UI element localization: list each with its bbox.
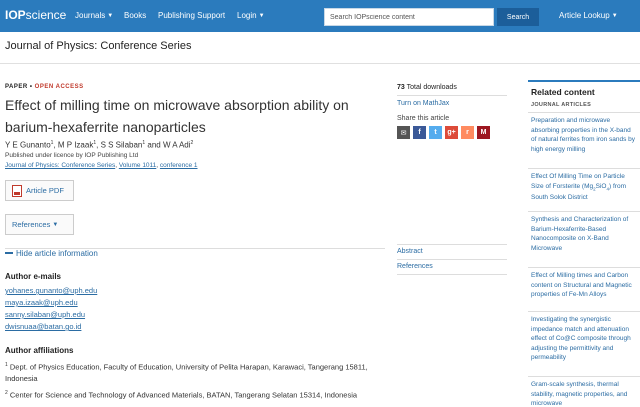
author-name[interactable]: M P Izaak [58,141,93,150]
hide-article-info-label: Hide article information [16,249,98,258]
pdf-icon [12,184,22,197]
affiliation-item: 2 Center for Science and Technology of A… [5,388,390,401]
licence-text: Published under licence by IOP Publishin… [5,152,139,159]
chevron-down-icon: ▼ [52,221,59,228]
hide-article-info-toggle[interactable]: Hide article information [5,249,98,258]
related-article-link[interactable]: Preparation and microwave absorbing prop… [528,112,640,157]
article-type-label: PAPER [5,84,28,90]
author-emails-heading: Author e-mails [5,272,62,281]
share-label: Share this article [397,115,450,122]
search-button[interactable]: Search [497,8,539,26]
related-article-link[interactable]: Synthesis and Characterization of Barium… [528,211,640,256]
affiliation-marker: 2 [5,390,8,396]
author-email-link[interactable]: sanny.silaban@uph.edu [5,310,85,319]
email-icon[interactable]: ✉ [397,126,410,139]
author-affiliation-marker: 2 [190,140,194,146]
related-content-title: Related content [528,80,640,100]
author-email-link[interactable]: dwisnuaa@batan.go.id [5,322,81,331]
author-name[interactable]: W A Adi [163,141,191,150]
references-link[interactable]: References [397,263,433,270]
mendeley-icon[interactable]: M [477,126,490,139]
divider [397,274,507,275]
turn-on-mathjax-link[interactable]: Turn on MathJax [397,100,449,107]
related-article-link[interactable]: Effect of Milling times and Carbon conte… [528,267,640,303]
reddit-icon[interactable]: r [461,126,474,139]
nav-journals-menu[interactable]: Journals ▼ [75,11,113,20]
chevron-down-icon: ▼ [107,13,114,19]
author-affiliation-marker: 1 [93,140,97,146]
divider [397,259,507,260]
affiliation-text: Center for Science and Technology of Adv… [9,390,358,400]
references-label: References [12,220,51,229]
related-article-link[interactable]: Investigating the synergistic impedance … [528,311,640,366]
article-pdf-label: Article PDF [26,186,64,195]
open-access-label: OPEN ACCESS [34,84,84,90]
nav-article-lookup-label: Article Lookup [559,11,610,20]
affiliation-marker: 1 [5,362,8,368]
citation-journal-link[interactable]: Journal of Physics: Conference Series [5,162,115,169]
article-title: Effect of milling time on microwave abso… [5,97,349,135]
divider [397,95,507,96]
journal-title[interactable]: Journal of Physics: Conference Series [5,40,191,52]
minus-icon [5,252,13,254]
nav-books-link[interactable]: Books [124,11,146,20]
article-pdf-button[interactable]: Article PDF [5,180,74,201]
logo-science-text: science [25,8,67,22]
facebook-icon[interactable]: f [413,126,426,139]
author-name[interactable]: S S Silaban [101,141,143,150]
author-affiliation-marker: 1 [142,140,146,146]
logo-iop-text: IOP [5,8,26,22]
divider [397,244,507,245]
author-affiliation-marker: 1 [50,140,54,146]
related-article-link[interactable]: Gram-scale synthesis, thermal stability,… [528,376,640,407]
related-article-text: SiO [595,182,607,190]
chevron-down-icon: ▼ [611,13,618,19]
search-input[interactable] [324,8,494,26]
author-affiliations-heading: Author affiliations [5,346,74,355]
citation-issue-link[interactable]: conference 1 [160,162,198,169]
share-icons: ✉ f t g+ r M [397,126,490,139]
nav-publishing-support-link[interactable]: Publishing Support [158,11,225,20]
related-content-panel: Related content JOURNAL ARTICLES Prepara… [528,80,640,407]
related-article-link[interactable]: Effect Of Milling Time on Particle Size … [528,168,640,206]
divider [0,63,640,64]
nav-login-label: Login [237,11,257,20]
iopscience-logo[interactable]: IOPscience [5,8,66,22]
author-email-link[interactable]: maya.izaak@uph.edu [5,298,78,307]
article-type-badge: PAPER • OPEN ACCESS [5,84,84,90]
total-downloads: 73 Total downloads [397,84,457,91]
downloads-label: Total downloads [406,84,457,91]
nav-journals-label: Journals [75,11,106,20]
abstract-link[interactable]: Abstract [397,248,423,255]
nav-login-menu[interactable]: Login ▼ [237,11,265,20]
nav-article-lookup-menu[interactable]: Article Lookup ▼ [559,11,618,20]
citation-links: Journal of Physics: Conference Series, V… [5,162,198,169]
chevron-down-icon: ▼ [258,13,265,19]
affiliation-item: 1 Dept. of Physics Education, Faculty of… [5,360,390,384]
top-navigation-bar: IOPscience Journals ▼ Books Publishing Su… [0,0,640,32]
author-name[interactable]: Y E Gunanto [5,141,51,150]
journal-articles-subtitle: JOURNAL ARTICLES [531,102,592,108]
downloads-count: 73 [397,84,405,91]
twitter-icon[interactable]: t [429,126,442,139]
author-list: Y E Gunanto1, M P Izaak1, S S Silaban1 a… [5,140,194,150]
references-dropdown[interactable]: References ▼ [5,214,74,235]
google-plus-icon[interactable]: g+ [445,126,458,139]
affiliation-text: Dept. of Physics Education, Faculty of E… [5,362,368,383]
citation-volume-link[interactable]: Volume 1011 [119,162,156,169]
author-email-link[interactable]: yohanes.gunanto@uph.edu [5,286,97,295]
